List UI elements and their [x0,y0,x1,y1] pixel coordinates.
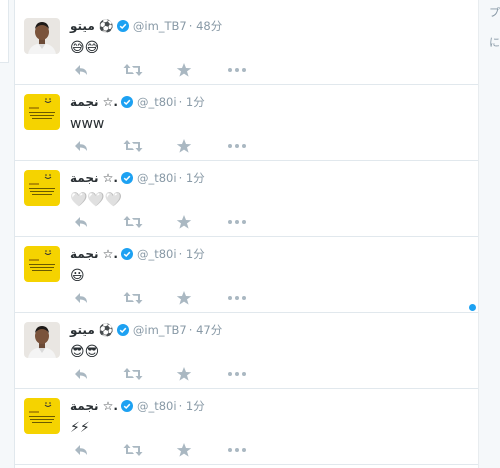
display-name[interactable]: نجمة ☆. [70,399,118,413]
more-options-icon[interactable] [227,214,247,230]
verified-badge-icon [120,96,133,108]
like-star-icon[interactable] [176,214,196,230]
username[interactable]: @im_TB7 [133,323,187,337]
right-side-panel: プ に [478,0,500,468]
right-panel-text-1: プ [489,6,500,19]
tweet-header: ميتو ⚽️ @im_TB7 · 47分 [70,322,222,338]
tweet-item[interactable]: نجمة ☆. @_t80i · 1分 ⚡⚡ [15,390,478,465]
tweet-actions [70,366,270,382]
like-star-icon[interactable] [176,62,196,78]
tweet-item[interactable]: نجمة ☆. @_t80i · 1分 🤍🤍🤍 [15,162,478,237]
tweet-text: 🤍🤍🤍 [70,192,123,208]
avatar[interactable] [24,398,60,434]
retweet-icon[interactable] [123,442,143,458]
new-tweets-indicator-dot[interactable] [469,304,476,311]
verified-badge-icon [120,172,133,184]
tweet-actions [70,138,270,154]
display-name[interactable]: نجمة ☆. [70,247,118,261]
tweet-text: ⚡⚡ [70,420,90,436]
tweet-header: نجمة ☆. @_t80i · 1分 [70,246,205,262]
right-panel-text-2: に [489,36,500,49]
tweet-header: نجمة ☆. @_t80i · 1分 [70,398,205,414]
tweet-text: 😃 [70,268,85,284]
more-options-icon[interactable] [227,442,247,458]
tweet-text: 😅😅 [70,40,100,56]
like-star-icon[interactable] [176,138,196,154]
more-options-icon[interactable] [227,138,247,154]
tweet-header: نجمة ☆. @_t80i · 1分 [70,170,205,186]
avatar[interactable] [24,170,60,206]
timestamp[interactable]: · 48分 [189,18,222,34]
reply-icon[interactable] [73,442,93,458]
like-star-icon[interactable] [176,366,196,382]
more-options-icon[interactable] [227,290,247,306]
tweet-text: 😎😎 [70,344,100,360]
reply-icon[interactable] [73,214,93,230]
more-options-icon[interactable] [227,366,247,382]
timestamp[interactable]: · 1分 [179,170,205,186]
display-name[interactable]: نجمة ☆. [70,171,118,185]
username[interactable]: @im_TB7 [133,19,187,33]
timestamp[interactable]: · 1分 [179,246,205,262]
tweet-actions [70,442,270,458]
verified-badge-icon [120,248,133,260]
username[interactable]: @_t80i [137,95,177,109]
username[interactable]: @_t80i [137,247,177,261]
tweet-item[interactable]: ميتو ⚽️ @im_TB7 · 48分 😅😅 [15,10,478,85]
reply-icon[interactable] [73,62,93,78]
verified-badge-icon [116,20,129,32]
tweet-item[interactable]: نجمة ☆. @_t80i · 1分 www [15,86,478,161]
retweet-icon[interactable] [123,138,143,154]
verified-badge-icon [120,400,133,412]
timestamp[interactable]: · 1分 [179,398,205,414]
reply-icon[interactable] [73,138,93,154]
more-options-icon[interactable] [227,62,247,78]
retweet-icon[interactable] [123,290,143,306]
retweet-icon[interactable] [123,214,143,230]
avatar[interactable] [24,18,60,54]
tweet-actions [70,290,270,306]
tweet-text: www [70,116,105,132]
avatar[interactable] [24,94,60,130]
timeline-stream: ميتو ⚽️ @im_TB7 · 48分 😅😅 نجمة ☆. @_t80i … [14,0,479,468]
tweet-item[interactable]: نجمة ☆. @_t80i · 1分 😃 [15,238,478,313]
reply-icon[interactable] [73,290,93,306]
like-star-icon[interactable] [176,290,196,306]
tweet-actions [70,62,270,78]
avatar[interactable] [24,246,60,282]
left-column-edge [0,0,9,63]
display-name[interactable]: ميتو ⚽️ [70,19,114,33]
username[interactable]: @_t80i [137,171,177,185]
retweet-icon[interactable] [123,62,143,78]
timestamp[interactable]: · 1分 [179,94,205,110]
tweet-item[interactable]: ميتو ⚽️ @im_TB7 · 47分 😎😎 [15,314,478,389]
username[interactable]: @_t80i [137,399,177,413]
timestamp[interactable]: · 47分 [189,322,222,338]
avatar[interactable] [24,322,60,358]
retweet-icon[interactable] [123,366,143,382]
reply-icon[interactable] [73,366,93,382]
display-name[interactable]: نجمة ☆. [70,95,118,109]
verified-badge-icon [116,324,129,336]
like-star-icon[interactable] [176,442,196,458]
tweet-header: ميتو ⚽️ @im_TB7 · 48分 [70,18,222,34]
display-name[interactable]: ميتو ⚽️ [70,323,114,337]
tweet-header: نجمة ☆. @_t80i · 1分 [70,94,205,110]
tweet-actions [70,214,270,230]
